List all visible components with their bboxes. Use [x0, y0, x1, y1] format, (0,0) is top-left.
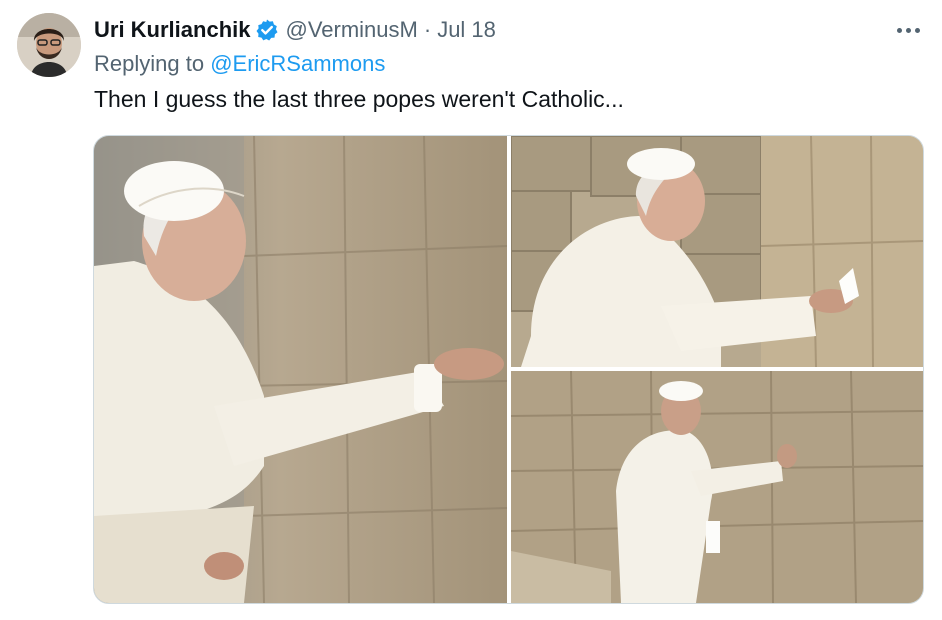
author-handle[interactable]: @VerminusM [285, 17, 417, 43]
replying-prefix: Replying to [94, 51, 205, 76]
pope-at-western-wall-photo-1[interactable] [94, 136, 507, 603]
reply-mention-link[interactable]: @EricRSammons [210, 51, 385, 76]
tweet-header: Uri Kurlianchik @VerminusM · Jul 18 [94, 15, 496, 45]
replying-to-line: Replying to @EricRSammons [94, 51, 385, 77]
tweet-text: Then I guess the last three popes weren'… [94, 86, 624, 112]
header-separator: · [423, 17, 432, 42]
author-name[interactable]: Uri Kurlianchik [94, 17, 250, 43]
media-grid [93, 135, 924, 604]
pope-at-western-wall-photo-2[interactable] [511, 136, 923, 367]
verified-badge-icon [255, 18, 279, 42]
more-options-icon[interactable] [893, 20, 923, 40]
tweet-date[interactable]: Jul 18 [437, 17, 496, 43]
pope-at-western-wall-photo-3[interactable] [511, 371, 923, 603]
author-avatar[interactable] [17, 13, 81, 77]
avatar-image [17, 13, 81, 77]
